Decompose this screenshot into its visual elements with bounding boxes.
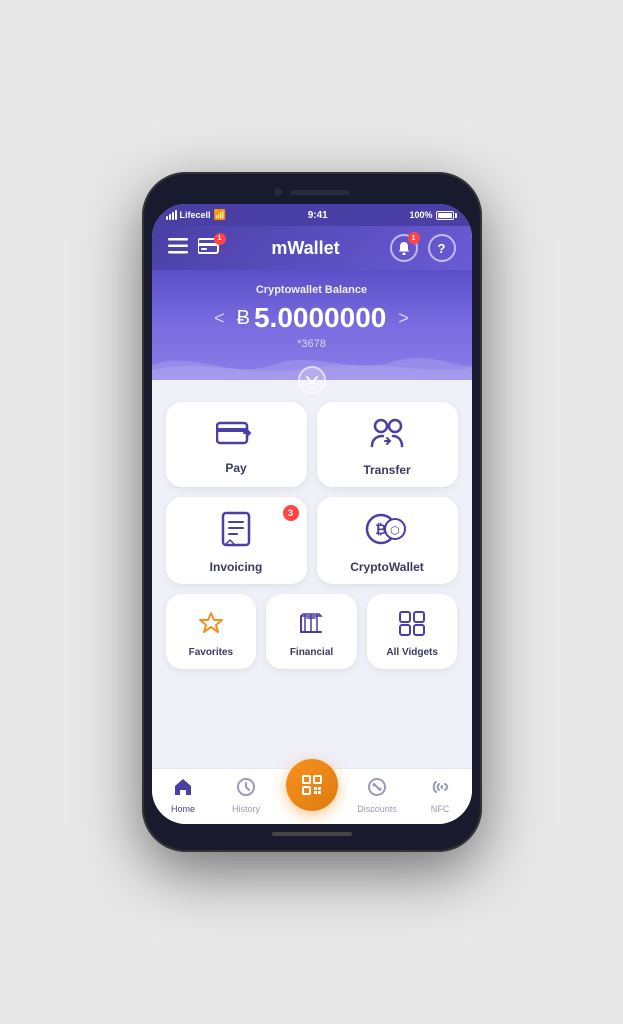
- favorites-label: Favorites: [189, 647, 233, 658]
- header-left-icons: 1: [168, 237, 222, 260]
- next-wallet-button[interactable]: >: [398, 308, 409, 329]
- battery-percent: 100%: [409, 210, 432, 220]
- cryptowallet-button[interactable]: ₿ ⬡ CryptoWallet: [317, 497, 458, 584]
- all-vidgets-button[interactable]: All Vidgets: [367, 594, 458, 669]
- notifications-button[interactable]: 1: [390, 234, 418, 262]
- account-number: *3678: [168, 338, 456, 350]
- main-content: Pay Transfer: [152, 380, 472, 768]
- pay-icon: [216, 418, 256, 455]
- history-nav-label: History: [232, 804, 260, 814]
- discounts-icon: [367, 777, 387, 802]
- widget-grid: Favorites: [166, 594, 458, 669]
- balance-amount: Ƀ 5.0000000: [237, 302, 387, 334]
- invoicing-icon: [220, 511, 252, 554]
- status-bar: Lifecell 📶 9:41 100%: [152, 204, 472, 226]
- balance-label: Cryptowallet Balance: [168, 284, 456, 296]
- nfc-icon: [430, 777, 450, 802]
- main-grid: Pay Transfer: [166, 402, 458, 584]
- status-right: 100%: [409, 210, 457, 220]
- phone-notch: [152, 182, 472, 202]
- status-left: Lifecell 📶: [166, 210, 226, 221]
- home-nav-label: Home: [171, 804, 195, 814]
- nav-scan[interactable]: [278, 779, 346, 813]
- carrier-name: Lifecell: [180, 210, 211, 220]
- cryptowallet-icon: ₿ ⬡: [365, 511, 409, 554]
- front-camera: [274, 188, 282, 196]
- card-badge: 1: [214, 233, 226, 245]
- balance-row: < Ƀ 5.0000000 >: [168, 302, 456, 334]
- help-button[interactable]: ?: [428, 234, 456, 262]
- all-vidgets-label: All Vidgets: [386, 647, 438, 658]
- transfer-label: Transfer: [363, 463, 410, 477]
- nav-discounts[interactable]: Discounts: [346, 775, 409, 816]
- card-button[interactable]: 1: [198, 237, 222, 260]
- home-indicator: [272, 832, 352, 836]
- balance-value: 5.0000000: [254, 302, 386, 334]
- phone-speaker: [290, 190, 350, 195]
- transfer-button[interactable]: Transfer: [317, 402, 458, 487]
- prev-wallet-button[interactable]: <: [214, 308, 225, 329]
- expand-button[interactable]: [298, 366, 326, 394]
- invoicing-label: Invoicing: [210, 560, 263, 574]
- phone-screen: Lifecell 📶 9:41 100%: [152, 204, 472, 824]
- favorites-icon: [197, 610, 225, 643]
- nav-history[interactable]: History: [215, 775, 278, 816]
- scan-icon: [300, 773, 324, 797]
- header-right-icons: 1 ?: [390, 234, 456, 262]
- financial-icon: [297, 610, 325, 643]
- financial-button[interactable]: Financial: [266, 594, 357, 669]
- invoicing-badge: 3: [283, 505, 299, 521]
- wifi-icon: 📶: [214, 210, 226, 221]
- nav-nfc[interactable]: NFC: [409, 775, 472, 816]
- scan-button[interactable]: [286, 759, 338, 811]
- balance-section: Cryptowallet Balance < Ƀ 5.0000000 > *36…: [152, 270, 472, 380]
- financial-label: Financial: [290, 647, 333, 658]
- phone-bottom-bar: [152, 824, 472, 844]
- signal-icon: [166, 210, 177, 220]
- notifications-badge: 1: [408, 232, 420, 244]
- bottom-navigation: Home History: [152, 768, 472, 824]
- history-icon: [236, 777, 256, 802]
- invoicing-button[interactable]: 3 Invoicing: [166, 497, 307, 584]
- favorites-button[interactable]: Favorites: [166, 594, 257, 669]
- phone-device: Lifecell 📶 9:41 100%: [142, 172, 482, 852]
- currency-symbol: Ƀ: [237, 307, 250, 330]
- pay-label: Pay: [225, 461, 246, 475]
- pay-button[interactable]: Pay: [166, 402, 307, 487]
- transfer-icon: [367, 416, 407, 457]
- menu-button[interactable]: [168, 238, 188, 259]
- battery-icon: [436, 211, 457, 220]
- app-title: mWallet: [271, 238, 339, 259]
- nav-home[interactable]: Home: [152, 775, 215, 816]
- svg-text:⬡: ⬡: [390, 525, 400, 537]
- all-vidgets-icon: [398, 610, 426, 643]
- home-icon: [173, 777, 193, 802]
- discounts-nav-label: Discounts: [357, 804, 397, 814]
- cryptowallet-label: CryptoWallet: [350, 560, 424, 574]
- status-time: 9:41: [308, 210, 328, 221]
- app-header: 1 mWallet 1 ?: [152, 226, 472, 270]
- nfc-nav-label: NFC: [431, 804, 450, 814]
